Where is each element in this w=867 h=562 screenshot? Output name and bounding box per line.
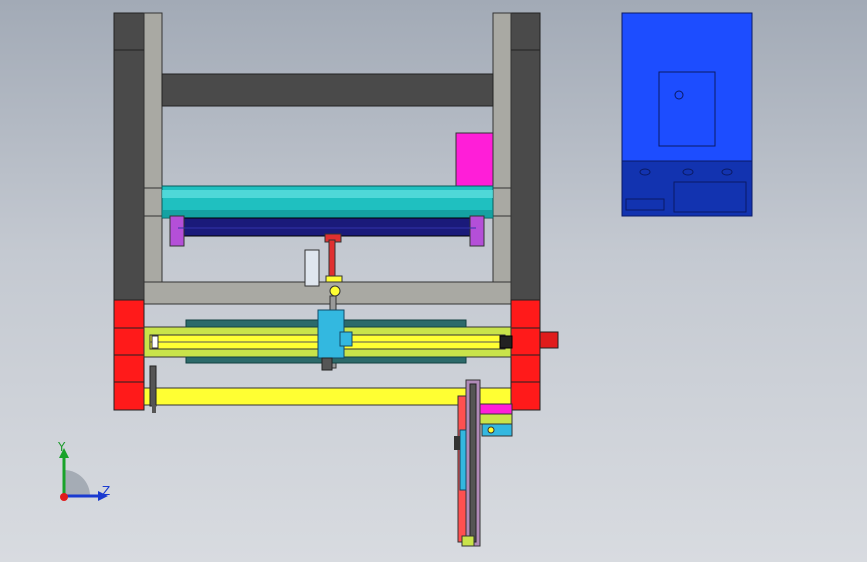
roller-cylinder bbox=[161, 185, 494, 219]
frame-right-post bbox=[492, 12, 541, 301]
magenta-block bbox=[455, 132, 494, 190]
top-crossbar bbox=[161, 73, 494, 107]
cad-viewport[interactable]: Y Z bbox=[0, 0, 867, 562]
lower-rail bbox=[143, 365, 512, 413]
z-axis-label: Z bbox=[102, 484, 111, 498]
frame-bottom-bar bbox=[143, 281, 512, 305]
right-roller-bracket bbox=[492, 187, 512, 217]
y-axis-label: Y bbox=[58, 440, 66, 454]
vertical-drive-assembly bbox=[454, 379, 513, 547]
right-red-blocks bbox=[510, 299, 559, 411]
electric-cabinet bbox=[621, 12, 753, 217]
cad-model-view[interactable] bbox=[0, 0, 867, 562]
frame-left-post bbox=[113, 12, 163, 301]
left-roller-bracket bbox=[143, 187, 163, 217]
left-red-blocks bbox=[113, 299, 145, 411]
coordinate-triad-icon: Y Z bbox=[40, 436, 120, 516]
